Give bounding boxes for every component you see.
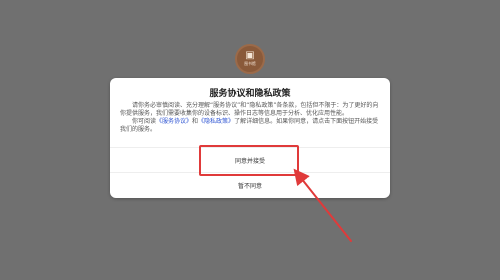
decline-button[interactable]: 暂不同意 [110, 181, 390, 190]
dialog-title: 服务协议和隐私政策 [209, 89, 291, 99]
privacy-dialog: 服务协议和隐私政策 请你务必审慎阅读、充分理解“服务协议”和“隐私政策”各条款，… [110, 78, 390, 198]
accept-button[interactable]: 同意并接受 [110, 156, 390, 165]
dialog-paragraph-1: 请你务必审慎阅读、充分理解“服务协议”和“隐私政策”各条款，包括但不限于：为了更… [120, 102, 379, 117]
app-logo-label: 图书馆 [244, 61, 256, 66]
dialog-body: 请你务必审慎阅读、充分理解“服务协议”和“隐私政策”各条款，包括但不限于：为了更… [120, 102, 380, 134]
app-logo: ▣ 图书馆 [235, 44, 265, 74]
privacy-policy-link[interactable]: 《隐私政策》 [198, 118, 234, 125]
service-agreement-link[interactable]: 《服务协议》 [156, 118, 192, 125]
para2-prefix: 你可阅读 [132, 118, 157, 125]
book-icon: ▣ [245, 50, 255, 61]
accept-row: 同意并接受 [110, 147, 390, 173]
dialog-paragraph-2: 你可阅读《服务协议》和《隐私政策》了解详细信息。如果你同意，请点击下面按钮开始接… [120, 118, 380, 134]
